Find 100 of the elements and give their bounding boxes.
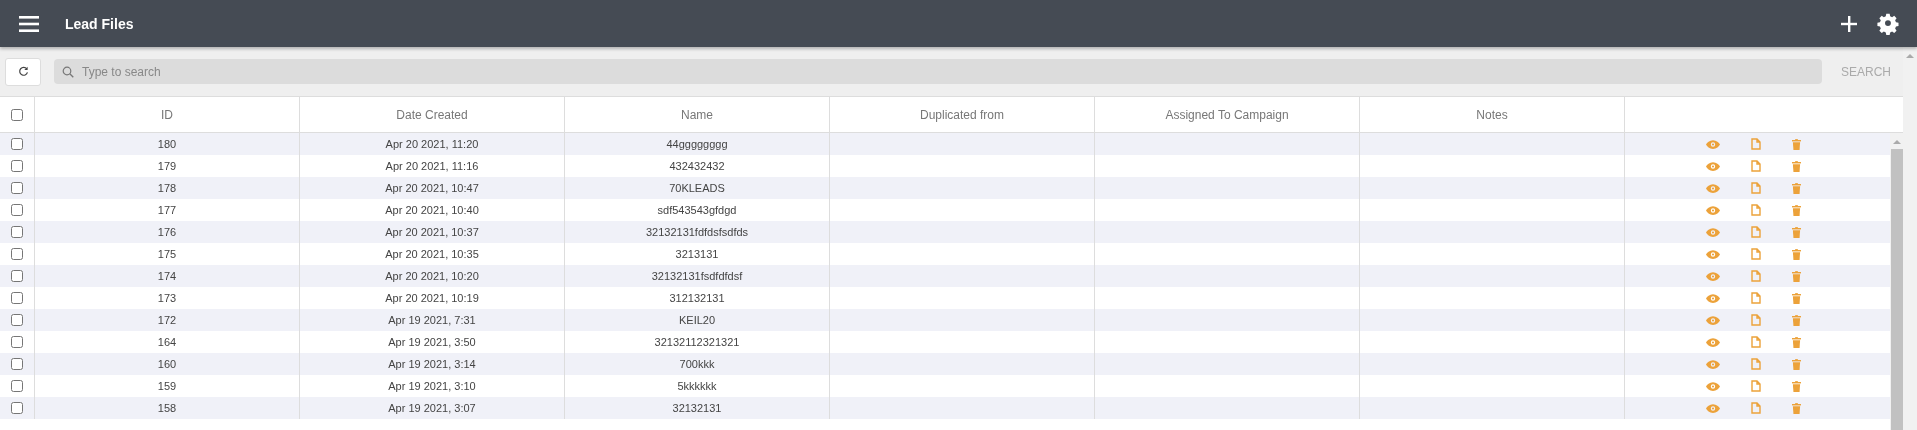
trash-icon[interactable] <box>1792 314 1801 326</box>
file-icon[interactable] <box>1751 336 1761 348</box>
table-cell: Apr 20 2021, 10:20 <box>385 270 479 282</box>
table-cell: sdf543543gfdgd <box>657 204 737 216</box>
row-checkbox[interactable] <box>11 402 23 414</box>
select-all-checkbox[interactable] <box>11 108 23 121</box>
row-checkbox[interactable] <box>11 270 23 282</box>
refresh-icon <box>17 66 29 77</box>
file-icon[interactable] <box>1751 270 1761 282</box>
file-icon[interactable] <box>1751 226 1761 238</box>
eye-icon[interactable] <box>1706 249 1720 259</box>
table-cell: 700kkk <box>679 358 715 370</box>
trash-icon[interactable] <box>1792 226 1801 238</box>
file-icon[interactable] <box>1751 380 1761 392</box>
column-header[interactable]: Assigned To Campaign <box>1165 107 1289 122</box>
table-cell: Apr 20 2021, 11:20 <box>385 138 479 150</box>
trash-icon[interactable] <box>1792 358 1801 370</box>
eye-icon[interactable] <box>1706 381 1720 391</box>
refresh-button[interactable] <box>5 57 41 86</box>
table-cell: Apr 20 2021, 11:16 <box>385 160 479 172</box>
table-cell: KEIL20 <box>678 314 716 326</box>
page-scrollbar[interactable] <box>1903 47 1917 430</box>
table-cell: Apr 19 2021, 7:31 <box>388 314 476 326</box>
file-icon[interactable] <box>1751 182 1761 194</box>
table-cell: Apr 20 2021, 10:40 <box>385 204 479 216</box>
trash-icon[interactable] <box>1792 402 1801 414</box>
trash-icon[interactable] <box>1792 248 1801 260</box>
file-icon[interactable] <box>1751 292 1761 304</box>
trash-icon[interactable] <box>1792 336 1801 348</box>
column-header[interactable]: Notes <box>1476 107 1508 122</box>
table-cell: 312132131 <box>669 292 725 304</box>
row-checkbox[interactable] <box>11 336 23 348</box>
table-cell: 173 <box>157 292 177 304</box>
table-cell: 3213131 <box>675 248 719 260</box>
plus-icon[interactable] <box>1841 15 1857 32</box>
eye-icon[interactable] <box>1706 227 1720 237</box>
trash-icon[interactable] <box>1792 160 1801 172</box>
table-cell: 32132131fdfdsfsdfds <box>645 226 749 238</box>
row-checkbox[interactable] <box>11 160 23 172</box>
eye-icon[interactable] <box>1706 205 1720 215</box>
trash-icon[interactable] <box>1792 182 1801 194</box>
eye-icon[interactable] <box>1706 293 1720 303</box>
table-cell: 32132112321321 <box>654 336 740 348</box>
table-cell: Apr 19 2021, 3:14 <box>388 358 476 370</box>
eye-icon[interactable] <box>1706 271 1720 281</box>
file-icon[interactable] <box>1751 138 1761 150</box>
trash-icon[interactable] <box>1792 292 1801 304</box>
menu-icon[interactable] <box>19 15 39 32</box>
table-cell: 179 <box>157 160 177 172</box>
eye-icon[interactable] <box>1706 315 1720 325</box>
table-cell: 158 <box>157 402 177 414</box>
eye-icon[interactable] <box>1706 337 1720 347</box>
row-checkbox[interactable] <box>11 380 23 392</box>
eye-icon[interactable] <box>1706 139 1720 149</box>
file-icon[interactable] <box>1751 248 1761 260</box>
eye-icon[interactable] <box>1706 359 1720 369</box>
table-cell: 160 <box>157 358 177 370</box>
page-title: Lead Files <box>65 15 134 32</box>
table-cell: 178 <box>157 182 177 194</box>
table-cell: 177 <box>157 204 177 216</box>
file-icon[interactable] <box>1751 402 1761 414</box>
trash-icon[interactable] <box>1792 270 1801 282</box>
table-cell: 174 <box>157 270 177 282</box>
eye-icon[interactable] <box>1706 161 1720 171</box>
file-icon[interactable] <box>1751 358 1761 370</box>
table-cell: Apr 20 2021, 10:35 <box>385 248 479 260</box>
trash-icon[interactable] <box>1792 380 1801 392</box>
file-icon[interactable] <box>1751 160 1761 172</box>
eye-icon[interactable] <box>1706 183 1720 193</box>
table-cell: 44gggggggg <box>666 138 728 150</box>
row-checkbox[interactable] <box>11 226 23 238</box>
column-header[interactable]: ID <box>161 107 173 122</box>
table-cell: 180 <box>157 138 177 150</box>
table-cell: 172 <box>157 314 177 326</box>
table-cell: 70KLEADS <box>669 182 725 194</box>
settings-icon[interactable] <box>1877 12 1899 35</box>
table-cell: 159 <box>157 380 177 392</box>
table-cell: 5kkkkkk <box>677 380 717 392</box>
row-checkbox[interactable] <box>11 314 23 326</box>
scrollbar[interactable] <box>1890 133 1903 430</box>
table-cell: 164 <box>157 336 177 348</box>
file-icon[interactable] <box>1751 204 1761 216</box>
row-checkbox[interactable] <box>11 292 23 304</box>
trash-icon[interactable] <box>1792 204 1801 216</box>
table-cell: Apr 19 2021, 3:50 <box>388 336 476 348</box>
column-header[interactable]: Name <box>681 107 713 122</box>
trash-icon[interactable] <box>1792 138 1801 150</box>
table-cell: 32132131 <box>672 402 722 414</box>
eye-icon[interactable] <box>1706 403 1720 413</box>
search-field[interactable]: Type to search <box>54 59 1822 84</box>
column-header[interactable]: Date Created <box>396 107 468 122</box>
table-cell: 432432432 <box>669 160 725 172</box>
row-checkbox[interactable] <box>11 248 23 260</box>
file-icon[interactable] <box>1751 314 1761 326</box>
row-checkbox[interactable] <box>11 204 23 216</box>
row-checkbox[interactable] <box>11 358 23 370</box>
table-cell: Apr 20 2021, 10:47 <box>385 182 479 194</box>
column-header[interactable]: Duplicated from <box>919 107 1004 122</box>
row-checkbox[interactable] <box>11 182 23 194</box>
row-checkbox[interactable] <box>11 138 23 150</box>
